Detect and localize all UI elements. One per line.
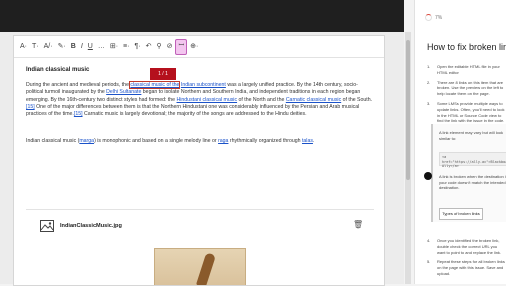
link-hindustani[interactable]: Hindustani classical music	[177, 97, 238, 103]
image-filename: IndianClassicMusic.jpg	[60, 223, 122, 229]
image-icon	[40, 220, 54, 232]
scrollbar-thumb[interactable]	[406, 40, 410, 180]
step-item: 2. There are 8 links on this item that ar…	[427, 79, 504, 97]
bold-button[interactable]: B	[69, 40, 78, 54]
image-preview	[154, 248, 246, 285]
step-item: 3. Some LMSs provide multiple ways to upd…	[427, 100, 505, 124]
citation-link[interactable]: [15]	[26, 104, 35, 110]
italic-button[interactable]: I	[79, 40, 85, 54]
editor-scrollbar[interactable]	[405, 32, 411, 284]
table-button[interactable]: ⊞·	[108, 40, 120, 54]
font-size-button[interactable]: A/·	[42, 40, 55, 54]
info-text-2: A link is broken when the destination in…	[439, 174, 506, 191]
progress-indicator: 7%	[425, 14, 442, 21]
citation-link[interactable]: [15]	[74, 111, 83, 117]
paragraph-button[interactable]: ¶·	[132, 40, 142, 54]
instruction-steps: 1. Open the editable HTML file in your HT…	[427, 64, 505, 128]
undo-button[interactable]: ↶	[144, 40, 154, 54]
font-color-button[interactable]: A·	[18, 40, 29, 54]
image-block: IndianClassicMusic.jpg 🗑	[26, 209, 374, 285]
link-delhi-sultanate[interactable]: Delhi Sultanate	[106, 89, 141, 95]
code-sample: <a href="https://ally.ac">Blackboard All…	[439, 152, 506, 168]
link-raga[interactable]: raga	[218, 138, 228, 144]
paragraph-2: Indian classical music (marga) is monoph…	[26, 138, 315, 144]
step-item: 4. Once you identified the broken link, d…	[427, 238, 502, 255]
step-item: 5. Repeat these steps for all broken link…	[427, 259, 505, 276]
editor-content[interactable]: Indian classical music 1 / 1 During the …	[14, 59, 384, 285]
link-talas[interactable]: talas	[302, 138, 313, 144]
link-button[interactable]: ⚲	[154, 40, 163, 54]
panel-title: How to fix broken lin	[427, 42, 506, 52]
editor-card: A· T· A/· ✎· B I U … ⊞· ≡· ¶· ↶ ⚲ ⊘ ꟷ ⊕·…	[13, 35, 385, 286]
editor-top-bar	[0, 0, 404, 32]
later-steps: 4. Once you identified the broken link, d…	[427, 238, 505, 281]
editor-toolbar: A· T· A/· ✎· B I U … ⊞· ≡· ¶· ↶ ⚲ ⊘ ꟷ ⊕·	[14, 36, 384, 58]
text-style-button[interactable]: T·	[30, 40, 41, 54]
list-button[interactable]: ≡·	[121, 40, 131, 54]
broken-link-badge: 1 / 1	[150, 68, 176, 80]
info-text-1: A link element may vary but will look si…	[439, 130, 504, 141]
link-marga[interactable]: marga	[79, 138, 94, 144]
paragraph-1: During the ancient and medieval periods,…	[26, 81, 373, 118]
link-indian-subcontinent[interactable]: Indian subcontinent	[181, 82, 226, 88]
info-box: A link element may vary but will look si…	[424, 124, 506, 222]
info-icon	[424, 172, 432, 180]
help-panel: 7% How to fix broken lin 1. Open the edit…	[414, 0, 506, 284]
step-item: 1. Open the editable HTML file in your HT…	[427, 64, 500, 75]
progress-value: 7%	[435, 14, 443, 21]
more-formatting-button[interactable]: …	[96, 40, 107, 54]
trash-icon[interactable]: 🗑	[353, 220, 363, 230]
code-view-button[interactable]: ꟷ	[175, 38, 188, 55]
underline-button[interactable]: U	[86, 40, 95, 54]
insert-button[interactable]: ⊕·	[188, 40, 200, 54]
painting-figure	[195, 252, 217, 285]
link-carnatic[interactable]: Carnatic classical music	[286, 97, 341, 103]
types-of-broken-links-button[interactable]: Types of broken links	[439, 208, 483, 220]
highlight-button[interactable]: ✎·	[56, 40, 68, 54]
unlink-button[interactable]: ⊘	[165, 40, 175, 54]
broken-link[interactable]: classical music of the	[129, 81, 181, 89]
section-heading: Indian classical music	[26, 67, 90, 73]
progress-ring-icon	[425, 14, 432, 21]
